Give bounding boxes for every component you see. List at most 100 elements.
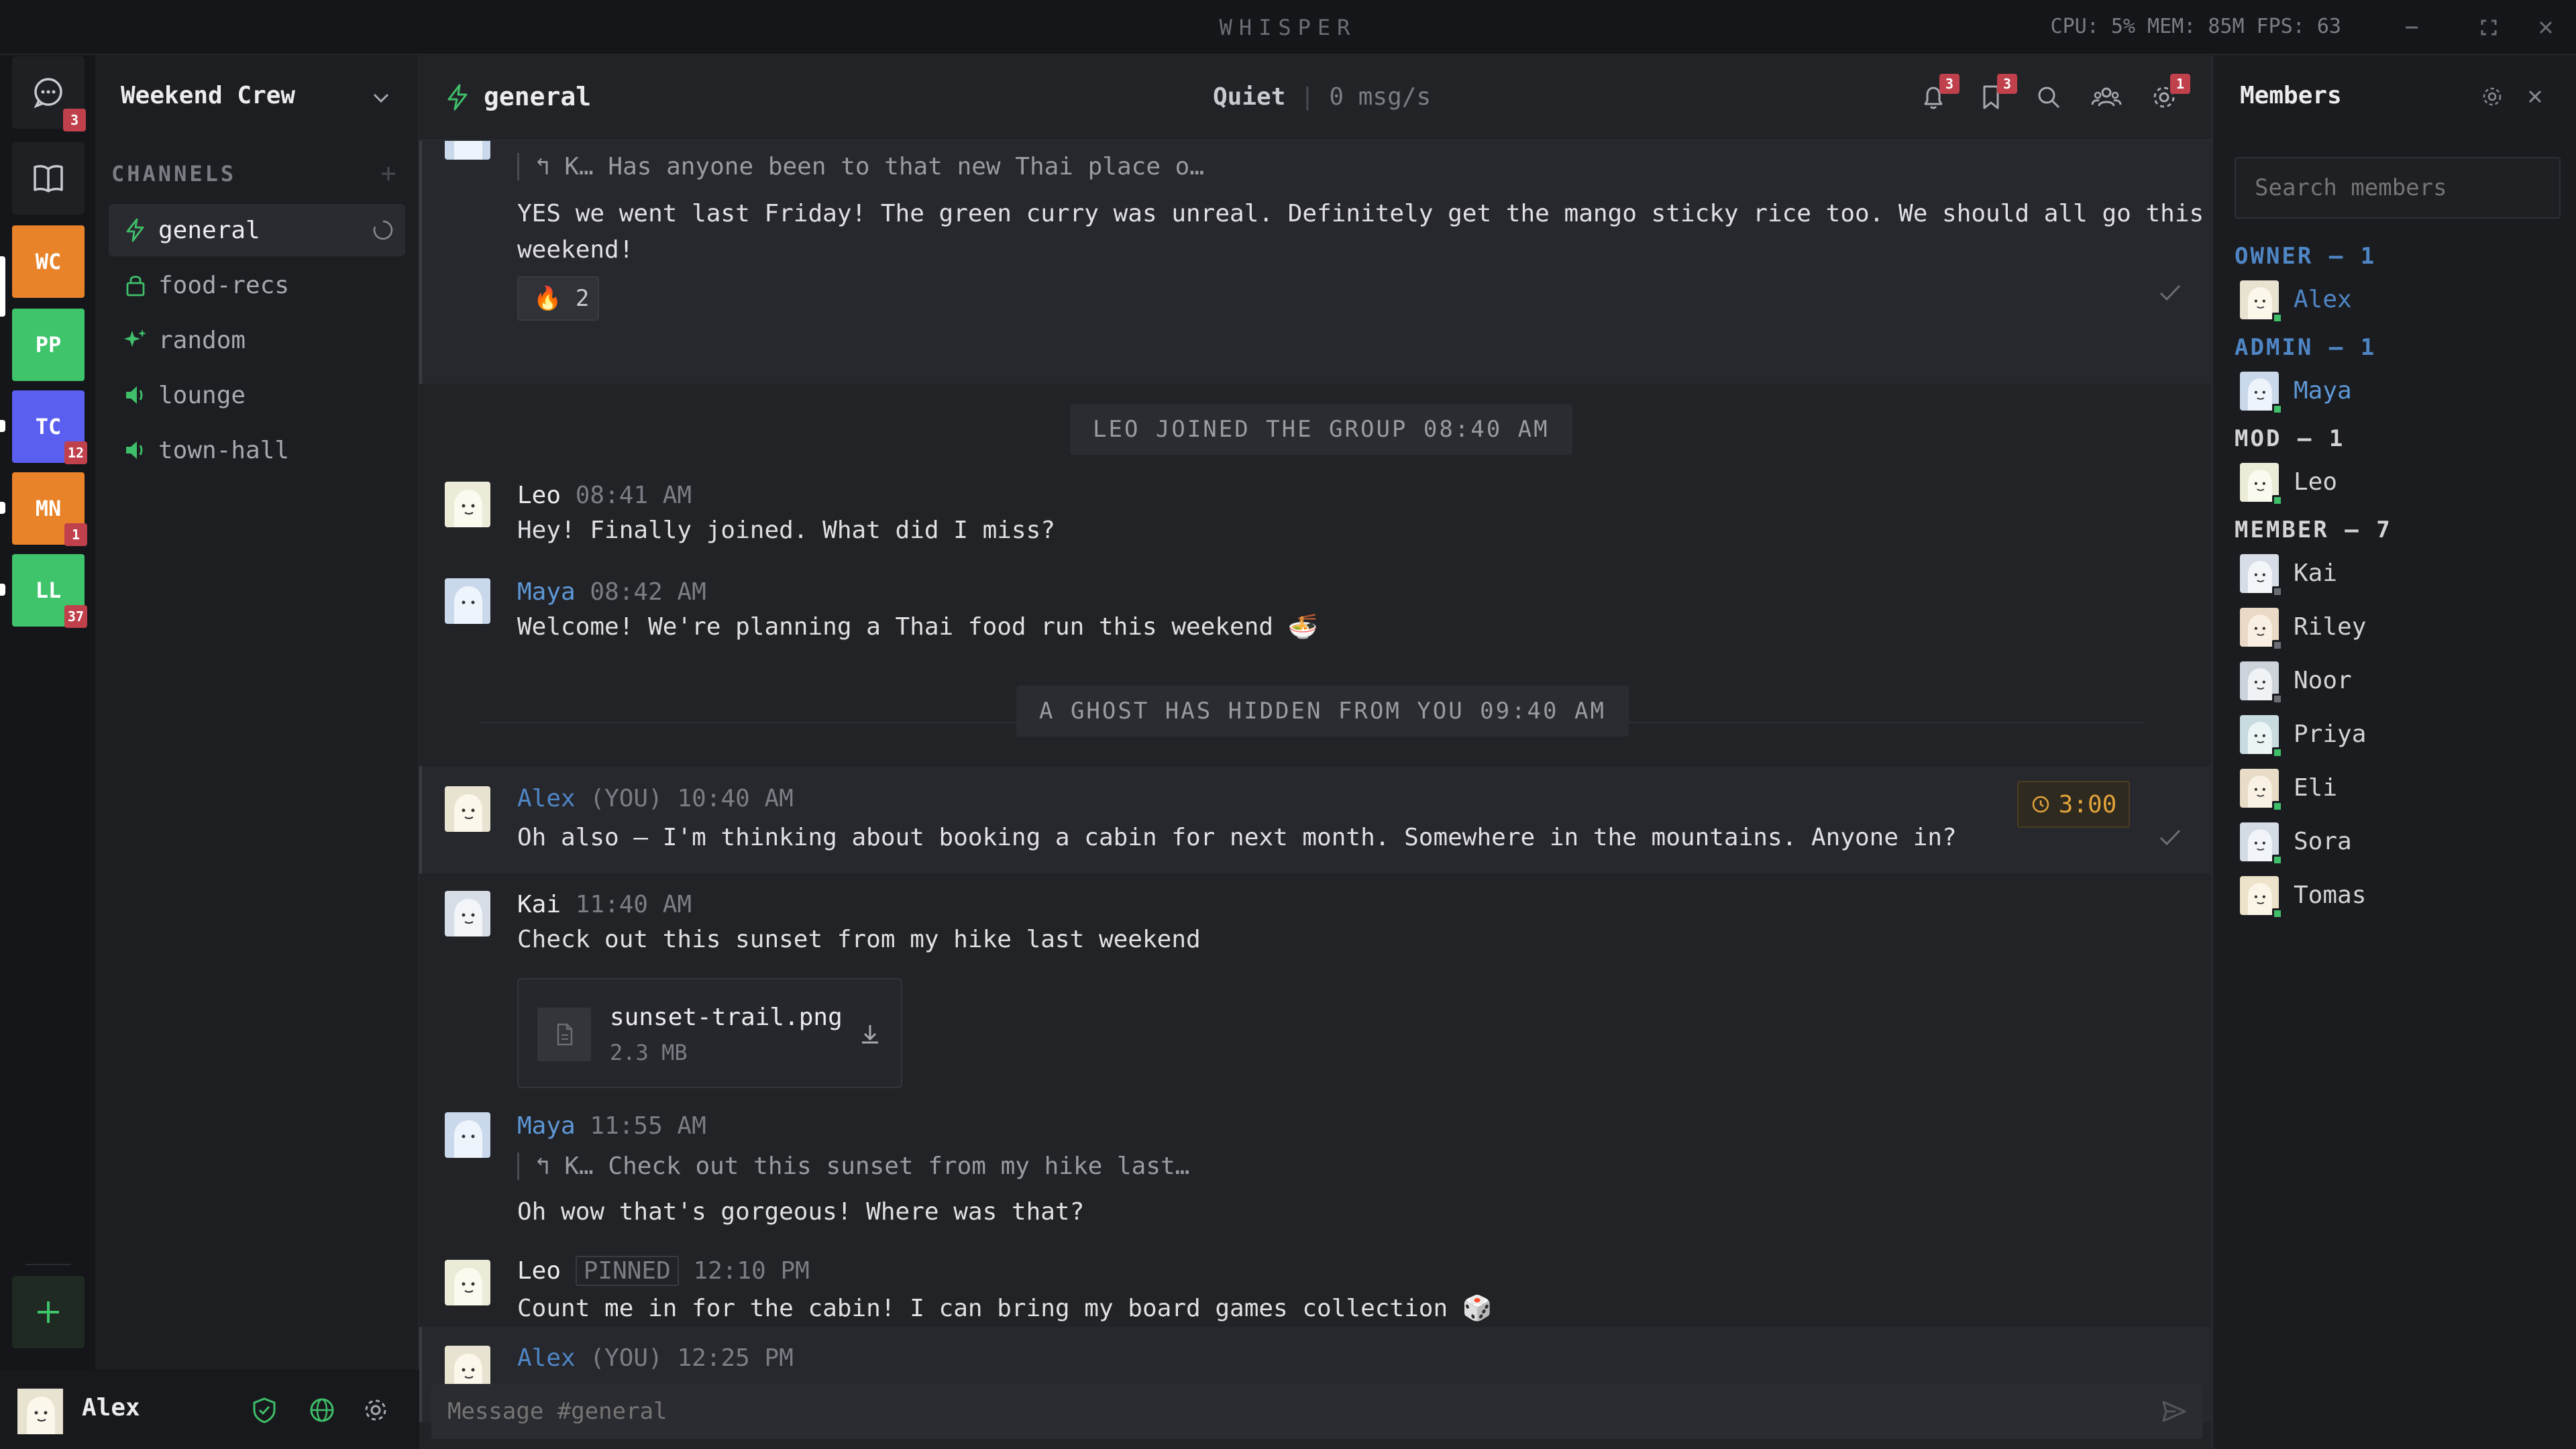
server-rail: 3 WC PP TC 12 MN 1 LL 37 <box>0 55 95 1370</box>
server-icon[interactable]: TC 12 <box>12 390 87 464</box>
author-name[interactable]: Maya <box>517 578 576 606</box>
message-text: YES we went last Friday! The green curry… <box>517 200 2204 227</box>
reply-preview[interactable]: ↰ K… Has anyone been to that new Thai pl… <box>517 153 1204 180</box>
member-item[interactable]: Maya <box>2240 372 2548 415</box>
file-attachment[interactable]: sunset-trail.png 2.3 MB <box>517 978 902 1088</box>
shield-button[interactable] <box>250 1395 279 1425</box>
minimize-button[interactable] <box>2395 11 2428 44</box>
message-meta: Alex (YOU) 10:40 AM <box>517 785 794 812</box>
message-row: Maya 08:42 AM Welcome! We're planning a … <box>419 578 2212 672</box>
bolt-icon <box>126 218 144 242</box>
presence-indicator <box>2272 747 2283 758</box>
message-avatar[interactable] <box>445 1112 490 1158</box>
channel-item-random[interactable]: random <box>109 314 405 366</box>
bookmarks-badge: 3 <box>1997 74 2017 94</box>
system-stats: CPU: 5% MEM: 85M FPS: 63 <box>2050 15 2341 38</box>
shield-check-icon <box>253 1397 276 1424</box>
message-avatar[interactable] <box>445 482 490 527</box>
member-item[interactable]: Tomas <box>2240 876 2548 919</box>
user-settings-button[interactable] <box>361 1395 390 1425</box>
chat-area: general Quiet | 0 msg/s 3 3 1 ↰ K… Has a… <box>419 55 2212 1449</box>
add-server-button[interactable] <box>12 1276 85 1348</box>
message-text-continued: weekend! <box>517 236 634 264</box>
channels-header: CHANNELS <box>111 161 237 186</box>
member-item[interactable]: Kai <box>2240 554 2548 597</box>
add-channel-icon[interactable] <box>377 162 400 185</box>
message-text: Welcome! We're planning a Thai food run … <box>517 613 1318 641</box>
author-name[interactable]: Alex <box>517 785 576 812</box>
server-unread-badge: 12 <box>64 441 87 464</box>
server-icon[interactable]: WC <box>12 225 85 298</box>
member-item[interactable]: Eli <box>2240 769 2548 812</box>
download-icon[interactable] <box>857 1021 883 1048</box>
channel-item-general[interactable]: general <box>109 204 405 256</box>
close-icon <box>2539 21 2553 34</box>
notifications-button[interactable]: 3 <box>1917 74 1960 114</box>
message-avatar[interactable] <box>445 578 490 624</box>
ghost-avatar-icon <box>445 578 490 624</box>
reply-preview[interactable]: ↰ K… Check out this sunset from my hike … <box>517 1152 1189 1180</box>
member-group-header: ADMIN – 1 <box>2235 334 2377 361</box>
member-item[interactable]: Sora <box>2240 822 2548 865</box>
channel-item-food-recs[interactable]: food-recs <box>109 259 405 311</box>
status-label: Quiet <box>1213 83 1286 111</box>
maximize-button[interactable] <box>2472 11 2506 44</box>
author-name[interactable]: Alex <box>517 1344 576 1372</box>
channel-item-lounge[interactable]: lounge <box>109 369 405 421</box>
author-name[interactable]: Leo <box>517 1257 561 1285</box>
member-search-input[interactable] <box>2235 157 2561 219</box>
channel-header: general Quiet | 0 msg/s 3 3 1 <box>419 55 2212 141</box>
member-item[interactable]: Priya <box>2240 715 2548 758</box>
message-avatar[interactable] <box>445 891 490 936</box>
maximize-icon <box>2481 19 2497 36</box>
message-text: Oh wow that's gorgeous! Where was that? <box>517 1198 1085 1226</box>
fire-icon: 🔥 <box>533 285 562 312</box>
ghost-avatar-icon <box>445 1260 490 1305</box>
server-icon[interactable]: LL 37 <box>12 554 87 628</box>
pinned-badge: PINNED <box>575 1256 679 1286</box>
member-name: Priya <box>2294 720 2367 748</box>
message-meta: Kai 11:40 AM <box>517 891 692 918</box>
message-avatar[interactable] <box>445 786 490 832</box>
send-icon[interactable] <box>2159 1397 2189 1426</box>
close-icon[interactable] <box>2522 83 2548 110</box>
author-name[interactable]: Leo <box>517 482 561 509</box>
member-name: Noor <box>2294 667 2352 694</box>
reply-author: K… <box>564 153 594 180</box>
chevron-down-icon[interactable] <box>369 86 393 110</box>
message-avatar[interactable] <box>445 1260 490 1305</box>
gear-icon[interactable] <box>2479 83 2506 110</box>
message-feed[interactable]: ↰ K… Has anyone been to that new Thai pl… <box>419 141 2212 1422</box>
member-item[interactable]: Alex <box>2240 280 2548 323</box>
user-avatar[interactable] <box>17 1389 63 1434</box>
members-icon <box>2091 87 2122 107</box>
system-message: LEO JOINED THE GROUP 08:40 AM <box>1070 404 1572 455</box>
message-meta: Maya 11:55 AM <box>517 1112 706 1140</box>
bookmarks-button[interactable]: 3 <box>1974 74 2017 114</box>
channel-item-town-hall[interactable]: town-hall <box>109 424 405 476</box>
member-item[interactable]: Riley <box>2240 608 2548 651</box>
members-panel: Members OWNER – 1 Alex ADMIN – 1 Maya MOD – … <box>2212 55 2576 1449</box>
bolt-icon <box>447 84 468 111</box>
settings-badge: 1 <box>2170 74 2190 94</box>
message-row: Kai 11:40 AM Check out this sunset from … <box>419 880 2212 1102</box>
message-input[interactable] <box>431 1384 2149 1439</box>
member-item[interactable]: Leo <box>2240 463 2548 506</box>
search-button[interactable] <box>2032 80 2065 114</box>
server-icon[interactable]: MN 1 <box>12 472 87 546</box>
guild-name[interactable]: Weekend Crew <box>121 82 295 109</box>
channel-settings-button[interactable]: 1 <box>2147 74 2190 114</box>
direct-messages-button[interactable]: 3 <box>12 56 86 131</box>
reaction-chip[interactable]: 🔥 2 <box>517 276 599 321</box>
network-button[interactable] <box>307 1395 337 1425</box>
server-icon[interactable]: PP <box>12 309 85 381</box>
server-unread-badge: 1 <box>64 523 87 546</box>
library-button[interactable] <box>12 142 85 215</box>
author-name[interactable]: Maya <box>517 1112 576 1140</box>
member-item[interactable]: Noor <box>2240 661 2548 704</box>
presence-indicator <box>2272 694 2283 704</box>
members-toggle-button[interactable] <box>2090 80 2123 114</box>
lock-icon <box>126 276 145 297</box>
close-window-button[interactable] <box>2529 11 2563 44</box>
author-name[interactable]: Kai <box>517 891 561 918</box>
